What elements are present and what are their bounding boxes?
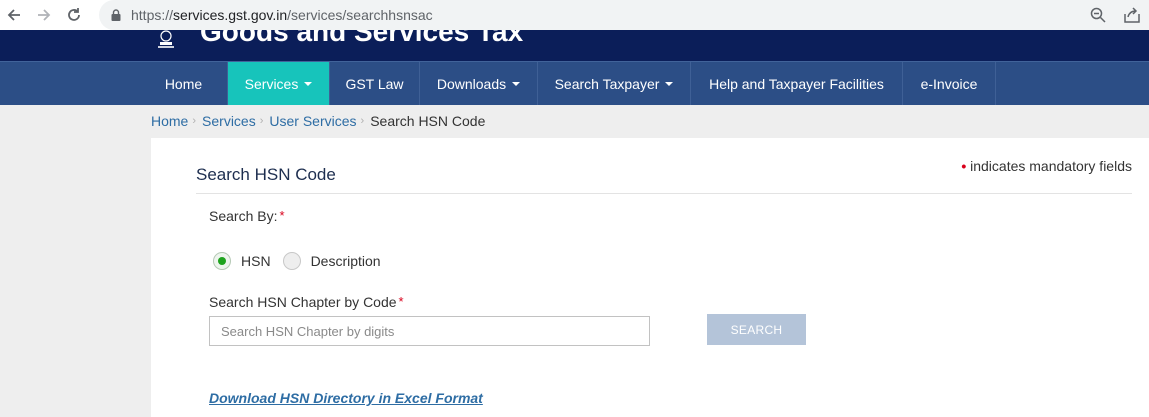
nav-home-label: Home: [164, 75, 203, 92]
search-button[interactable]: SEARCH: [707, 314, 806, 345]
search-hsn-panel: • indicates mandatory fields Search HSN …: [151, 138, 1149, 417]
share-icon[interactable]: [1123, 6, 1141, 24]
nav-home[interactable]: Home: [140, 62, 228, 105]
divider: [196, 193, 1132, 194]
required-asterisk-icon: *: [279, 208, 285, 223]
site-title: Goods and Services Tax: [200, 30, 524, 47]
breadcrumb-current: Search HSN Code: [370, 113, 486, 129]
nav-gst-law-label: GST Law: [345, 75, 404, 92]
breadcrumb-home[interactable]: Home: [151, 113, 188, 129]
page-title: Search HSN Code: [196, 165, 336, 184]
search-by-radio-group: HSN Description: [213, 252, 393, 270]
radio-description[interactable]: [282, 252, 301, 270]
caret-down-icon: [304, 81, 313, 86]
url-protocol: https://: [131, 7, 174, 23]
download-hsn-directory-link[interactable]: Download HSN Directory in Excel Format: [209, 390, 483, 406]
caret-down-icon: [665, 81, 674, 86]
radio-hsn[interactable]: [213, 252, 231, 270]
required-dot-icon: •: [961, 158, 967, 174]
nav-downloads[interactable]: Downloads: [420, 62, 538, 105]
chapter-code-text: Search HSN Chapter by Code: [209, 294, 397, 310]
emblem-logo-icon: [158, 30, 174, 48]
caret-down-icon: [512, 81, 521, 86]
url-host: services.gst.gov.in: [173, 7, 288, 23]
nav-services-label: Services: [244, 75, 299, 92]
nav-help-label: Help and Taxpayer Facilities: [709, 75, 884, 92]
mandatory-note: • indicates mandatory fields: [961, 158, 1132, 174]
forward-arrow-icon[interactable]: [33, 4, 55, 26]
nav-services[interactable]: Services: [228, 62, 330, 105]
main-nav: Home Services GST Law Downloads Search T…: [0, 61, 1149, 105]
mandatory-note-text: indicates mandatory fields: [970, 158, 1132, 174]
nav-downloads-label: Downloads: [436, 75, 507, 92]
browser-toolbar: https://services.gst.gov.in/services/sea…: [0, 0, 1149, 30]
breadcrumb: Home › Services › User Services › Search…: [151, 113, 485, 129]
chevron-right-icon: ›: [259, 115, 264, 127]
nav-help-taxpayer-facilities[interactable]: Help and Taxpayer Facilities: [691, 62, 903, 105]
nav-gst-law[interactable]: GST Law: [330, 62, 420, 105]
search-by-label: Search By: *: [209, 208, 285, 224]
nav-e-invoice-label: e-Invoice: [920, 75, 978, 92]
back-arrow-icon[interactable]: [3, 4, 25, 26]
nav-search-taxpayer-label: Search Taxpayer: [554, 75, 660, 92]
zoom-icon[interactable]: [1089, 6, 1107, 24]
chevron-right-icon: ›: [192, 115, 197, 127]
radio-description-label[interactable]: Description: [311, 253, 381, 269]
reload-icon[interactable]: [63, 4, 85, 26]
hsn-chapter-search-input[interactable]: [209, 316, 650, 346]
chevron-right-icon: ›: [360, 115, 365, 127]
lock-icon: [111, 9, 121, 21]
nav-search-taxpayer[interactable]: Search Taxpayer: [538, 62, 691, 105]
breadcrumb-user-services[interactable]: User Services: [269, 113, 356, 129]
nav-e-invoice[interactable]: e-Invoice: [903, 62, 996, 105]
search-by-text: Search By:: [209, 208, 278, 224]
address-bar[interactable]: https://services.gst.gov.in/services/sea…: [99, 0, 1149, 30]
site-header: Goods and Services Tax: [0, 30, 1149, 61]
chapter-code-label: Search HSN Chapter by Code *: [209, 294, 404, 310]
breadcrumb-services[interactable]: Services: [202, 113, 256, 129]
url-path: /services/searchhsnsac: [287, 7, 433, 23]
radio-hsn-label[interactable]: HSN: [241, 253, 271, 269]
required-asterisk-icon: *: [398, 294, 404, 309]
